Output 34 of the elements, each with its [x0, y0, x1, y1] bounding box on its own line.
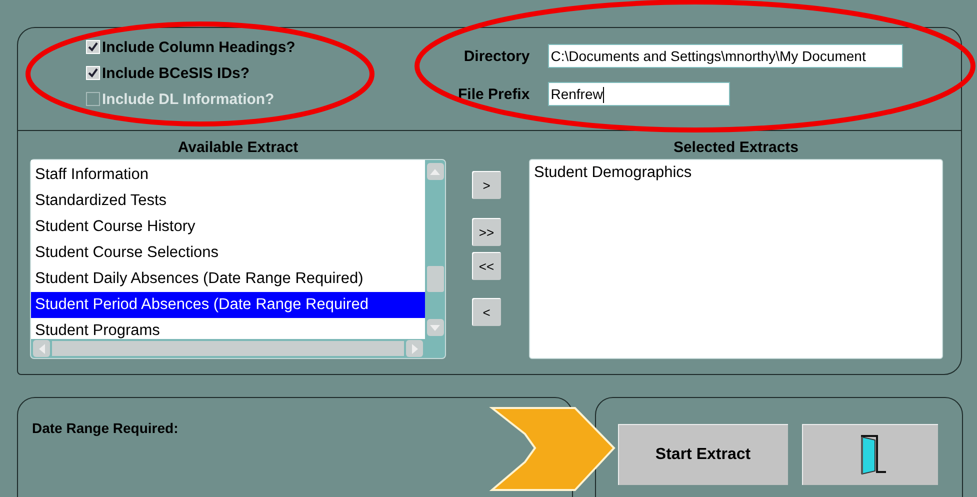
checkbox-label: Include DL Information?	[102, 90, 274, 108]
scroll-left-icon[interactable]	[33, 340, 50, 357]
move-button[interactable]: >	[472, 171, 501, 199]
selected-list[interactable]: Student Demographics	[529, 159, 943, 359]
checkbox-label: Include Column Headings?	[102, 38, 296, 56]
scroll-right-icon[interactable]	[406, 340, 423, 357]
exit-button[interactable]	[802, 424, 938, 485]
available-list[interactable]: Staff Information Standardized Tests Student Course History Student Course Selections Student Daily Absences (Date Range Required) Student Period Absences (Date Range Required Student Programs	[30, 159, 446, 359]
list-heading: Available Extract	[178, 139, 298, 158]
move-button[interactable]: >>	[472, 218, 501, 246]
list-item[interactable]: Student Demographics	[530, 160, 942, 186]
scroll-down-icon[interactable]	[426, 319, 444, 336]
checkbox-label: Include BCeSIS IDs?	[102, 64, 250, 82]
list-item[interactable]: Student Period Absences (Date Range Required	[31, 292, 425, 318]
checkbox-row[interactable]: Include Column Headings?	[86, 38, 358, 56]
checkbox-row[interactable]: Include BCeSIS IDs?	[86, 64, 358, 82]
scroll-thumb[interactable]	[426, 266, 444, 292]
move-button[interactable]: <	[472, 298, 501, 326]
start-extract-button[interactable]: Start Extract	[618, 424, 788, 485]
field-label: File Prefix	[458, 86, 530, 102]
scroll-up-icon[interactable]	[426, 163, 444, 180]
list-item[interactable]: Student Daily Absences (Date Range Required)	[31, 266, 425, 292]
list-item[interactable]: Standardized Tests	[31, 188, 425, 214]
list-item[interactable]: Student Programs	[31, 318, 425, 339]
directory-field[interactable]: C:\Documents and Settings\mnorthy\My Document	[548, 44, 903, 68]
list-item[interactable]: Staff Information	[31, 162, 425, 188]
field-label: Directory	[462, 48, 530, 64]
list-item[interactable]: Student Course Selections	[31, 240, 425, 266]
file-prefix-field[interactable]: Renfrew	[548, 82, 730, 106]
move-button[interactable]: <<	[472, 252, 501, 280]
list-item[interactable]: Student Course History	[31, 214, 425, 240]
date-range-label: Date Range Required:	[32, 420, 178, 436]
list-heading: Selected Extracts	[673, 139, 799, 158]
scroll-thumb[interactable]	[52, 341, 404, 356]
